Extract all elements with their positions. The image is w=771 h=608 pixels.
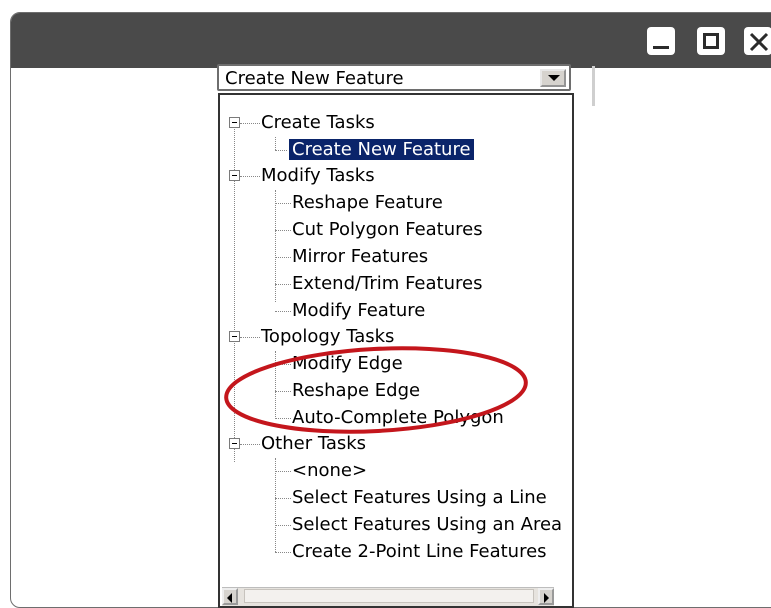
tree-item-modify-feature[interactable]: Modify Feature bbox=[292, 298, 425, 324]
tree-category-modify-tasks[interactable]: Modify Tasks bbox=[261, 163, 375, 189]
tree-line bbox=[275, 311, 291, 312]
minimize-button[interactable] bbox=[647, 27, 675, 55]
tree-line bbox=[275, 498, 291, 499]
scroll-thumb[interactable] bbox=[244, 589, 534, 603]
tree-line bbox=[275, 552, 291, 553]
tree-item-create-2-point-line-features[interactable]: Create 2-Point Line Features bbox=[292, 539, 547, 565]
collapse-icon[interactable] bbox=[229, 117, 240, 128]
tree-line bbox=[275, 471, 291, 472]
tree-line bbox=[240, 176, 260, 177]
tree-item-create-new-feature[interactable]: Create New Feature bbox=[288, 137, 475, 163]
scroll-right-icon[interactable] bbox=[538, 588, 554, 605]
tree-item-extend-trim-features[interactable]: Extend/Trim Features bbox=[292, 271, 482, 297]
close-icon bbox=[749, 32, 769, 52]
collapse-icon[interactable] bbox=[229, 331, 240, 342]
selected-item-label: Create New Feature bbox=[288, 138, 475, 161]
tree-item-mirror-features[interactable]: Mirror Features bbox=[292, 244, 428, 270]
tree-line bbox=[275, 364, 291, 365]
collapse-icon[interactable] bbox=[229, 438, 240, 449]
collapse-icon[interactable] bbox=[229, 170, 240, 181]
maximize-button[interactable] bbox=[697, 27, 725, 55]
tree-line bbox=[275, 190, 276, 302]
tree-line bbox=[275, 284, 291, 285]
tree-category-other-tasks[interactable]: Other Tasks bbox=[261, 431, 366, 457]
tree-category-create-tasks[interactable]: Create Tasks bbox=[261, 110, 375, 136]
close-button[interactable] bbox=[744, 27, 771, 55]
chevron-down-icon[interactable] bbox=[540, 69, 566, 87]
tree-item-reshape-feature[interactable]: Reshape Feature bbox=[292, 190, 443, 216]
tree-item-select-features-using-an-area[interactable]: Select Features Using an Area bbox=[292, 512, 562, 538]
tree-item-cut-polygon-features[interactable]: Cut Polygon Features bbox=[292, 217, 483, 243]
tree-category-topology-tasks[interactable]: Topology Tasks bbox=[261, 324, 394, 350]
horizontal-scrollbar[interactable] bbox=[222, 587, 554, 606]
tree-item-select-features-using-a-line[interactable]: Select Features Using a Line bbox=[292, 485, 547, 511]
tree-line bbox=[275, 458, 276, 552]
tree-line bbox=[275, 525, 291, 526]
tree-line bbox=[240, 123, 260, 124]
title-bar bbox=[11, 13, 771, 68]
tree-line bbox=[275, 203, 291, 204]
task-dropdown-value: Create New Feature bbox=[225, 68, 404, 89]
tree-line bbox=[275, 230, 291, 231]
scroll-left-icon[interactable] bbox=[222, 588, 238, 605]
task-dropdown[interactable]: Create New Feature bbox=[217, 64, 571, 91]
tree-item-reshape-edge[interactable]: Reshape Edge bbox=[292, 378, 420, 404]
tree-line bbox=[275, 351, 276, 419]
tree-line bbox=[240, 444, 260, 445]
task-list-popup[interactable]: Create Tasks Create New Feature Modify T… bbox=[218, 93, 574, 608]
tree-line bbox=[275, 418, 291, 419]
tree-line bbox=[275, 137, 276, 150]
tree-item-none[interactable]: <none> bbox=[292, 458, 367, 484]
tree-line bbox=[275, 391, 291, 392]
tree-line bbox=[275, 257, 291, 258]
tree-line bbox=[240, 337, 260, 338]
toolbar-separator bbox=[592, 66, 595, 106]
tree-item-auto-complete-polygon[interactable]: Auto-Complete Polygon bbox=[292, 405, 504, 431]
tree-item-modify-edge[interactable]: Modify Edge bbox=[292, 351, 403, 377]
